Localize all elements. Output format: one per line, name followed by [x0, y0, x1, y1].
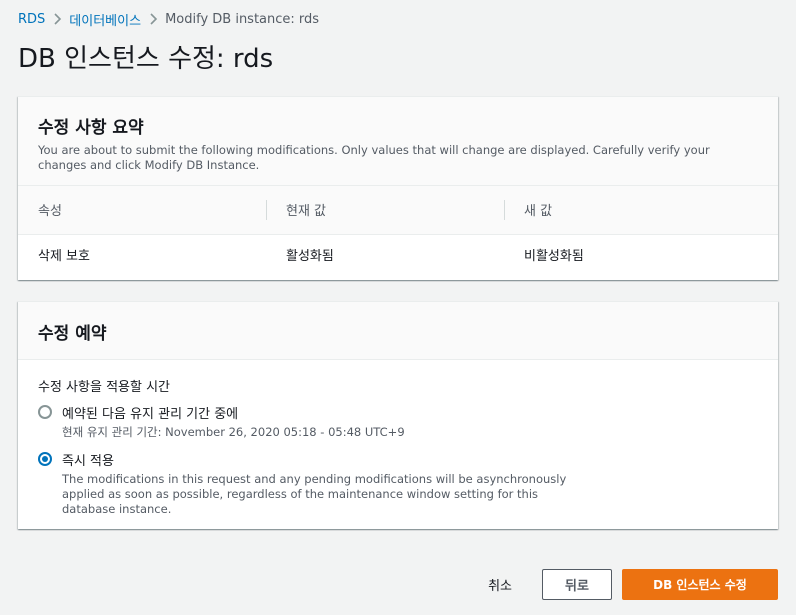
cell-new-value: 비활성화됨 [524, 248, 584, 264]
breadcrumb-databases-link[interactable]: 데이터베이스 [69, 10, 141, 29]
radio-label: 즉시 적용 [62, 454, 114, 469]
modify-db-instance-button[interactable]: DB 인스턴스 수정 [622, 569, 778, 600]
summary-header: 수정 사항 요약 You are about to submit the fol… [18, 97, 778, 186]
table-header-row: 속성 현재 값 새 값 [18, 186, 778, 235]
summary-description: You are about to submit the following mo… [38, 143, 710, 172]
modification-table: 속성 현재 값 새 값 삭제 보호 활성화됨 비활성화됨 [18, 186, 778, 274]
schedule-title: 수정 예약 [38, 324, 107, 344]
breadcrumb: RDS 데이터베이스 Modify DB instance: rds [18, 0, 778, 38]
schedule-body: 수정 사항을 적용할 시간 예약된 다음 유지 관리 기간 중에 현재 유지 관… [18, 360, 778, 517]
chevron-right-icon [45, 12, 69, 27]
cancel-button[interactable]: 취소 [488, 575, 512, 594]
radio-option-apply-immediately[interactable]: 즉시 적용 The modifications in this request … [38, 450, 758, 517]
radio-option-next-maintenance[interactable]: 예약된 다음 유지 관리 기간 중에 현재 유지 관리 기간: November… [38, 403, 758, 440]
chevron-right-icon [141, 12, 165, 27]
table-row: 삭제 보호 활성화됨 비활성화됨 [18, 234, 778, 274]
schedule-header: 수정 예약 [18, 302, 778, 360]
radio-button[interactable] [38, 405, 52, 419]
radio-button-selected[interactable] [38, 452, 52, 466]
column-header-new-value: 새 값 [504, 186, 778, 235]
radio-label: 예약된 다음 유지 관리 기간 중에 [62, 407, 239, 422]
breadcrumb-rds-link[interactable]: RDS [18, 12, 45, 27]
apply-time-label: 수정 사항을 적용할 시간 [38, 380, 170, 395]
form-actions: 취소 뒤로 DB 인스턴스 수정 [488, 569, 778, 600]
breadcrumb-current: Modify DB instance: rds [165, 11, 320, 27]
back-button[interactable]: 뒤로 [542, 569, 612, 600]
column-header-current-value: 현재 값 [266, 186, 504, 235]
cell-current-value: 활성화됨 [286, 248, 334, 264]
radio-description: The modifications in this request and an… [62, 472, 567, 516]
radio-description: 현재 유지 관리 기간: November 26, 2020 05:18 - 0… [62, 425, 405, 439]
summary-title: 수정 사항 요약 [38, 118, 144, 138]
page: RDS 데이터베이스 Modify DB instance: rds DB 인스… [0, 0, 796, 615]
modification-summary-card: 수정 사항 요약 You are about to submit the fol… [18, 96, 778, 280]
schedule-modifications-card: 수정 예약 수정 사항을 적용할 시간 예약된 다음 유지 관리 기간 중에 현… [18, 301, 778, 529]
page-title: DB 인스턴스 수정: rds [18, 44, 274, 74]
column-header-attribute: 속성 [18, 186, 266, 235]
cell-attribute: 삭제 보호 [38, 248, 90, 264]
